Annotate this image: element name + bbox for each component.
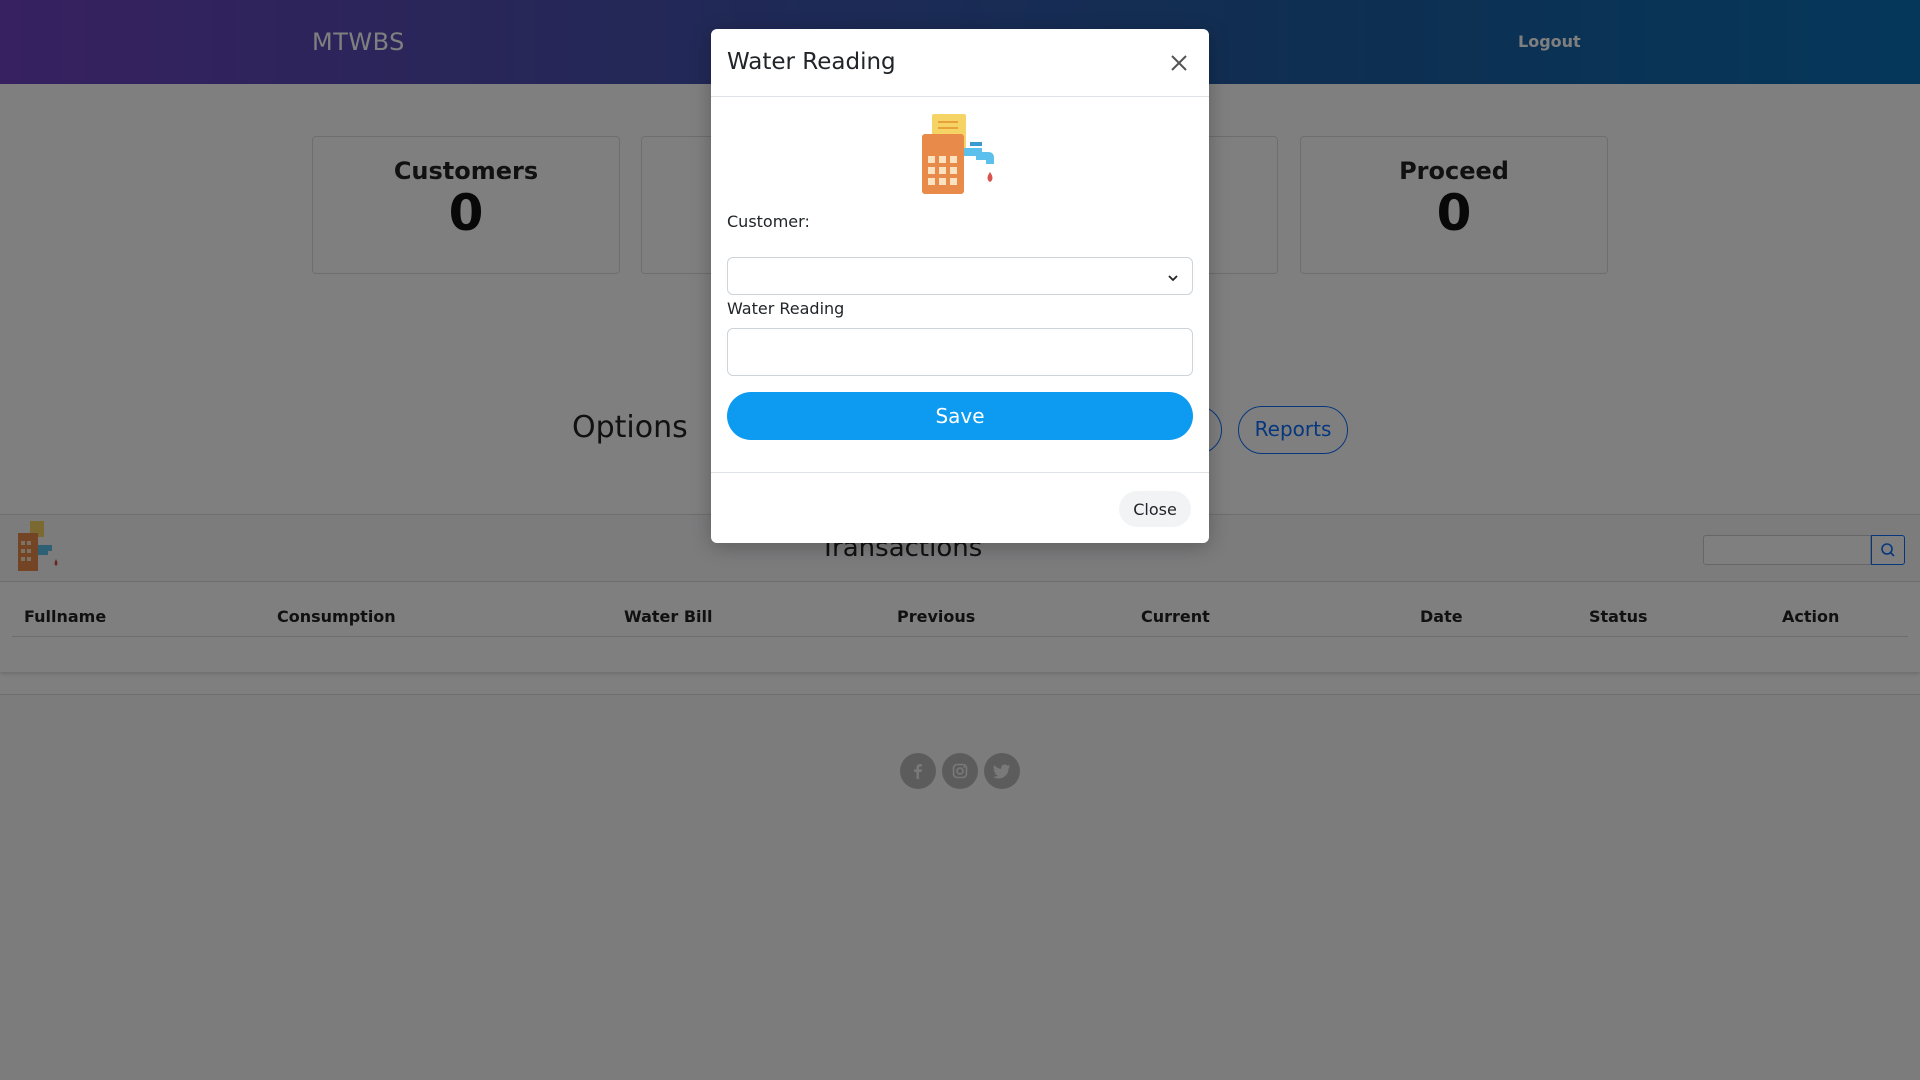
water-reading-modal: Water Reading $	[711, 29, 1209, 543]
close-button[interactable]: Close	[1119, 491, 1191, 527]
customer-label: Customer:	[727, 212, 810, 231]
modal-title: Water Reading	[727, 49, 896, 75]
save-button[interactable]: Save	[727, 392, 1193, 440]
modal-footer: Close	[711, 472, 1209, 543]
close-icon[interactable]	[1167, 51, 1191, 75]
water-reading-input[interactable]	[727, 328, 1193, 376]
water-reading-label: Water Reading	[727, 299, 845, 318]
chevron-down-icon	[1166, 270, 1180, 289]
water-meter-icon: $	[918, 112, 1002, 200]
modal-header: Water Reading	[711, 29, 1209, 97]
customer-select[interactable]	[727, 257, 1193, 295]
page: MTWBS Logout Customers 0 Proceed 0 Optio…	[0, 0, 1920, 1080]
